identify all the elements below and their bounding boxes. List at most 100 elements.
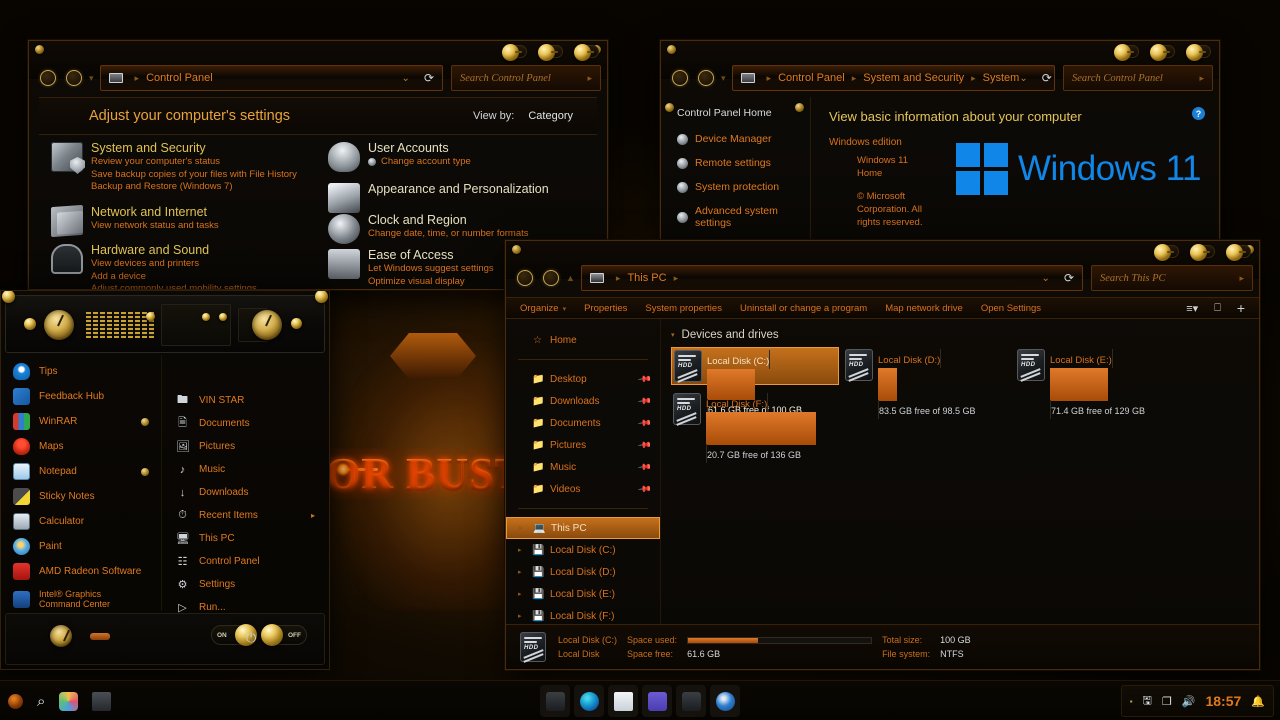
drive-tile-e[interactable]: HDD Local Disk (E:) 71.4 GB free of 129 …	[1015, 347, 1183, 419]
file-explorer-window[interactable]: ▲ ▸ This PC ▸ ⌄ ⟳ Search This PC ▸ Organ…	[505, 240, 1260, 670]
group-header-devices-and-drives[interactable]: ▾ Devices and drives	[671, 329, 1259, 341]
back-button[interactable]	[517, 270, 533, 286]
pin-icon[interactable]: 📌	[637, 437, 652, 453]
system-window[interactable]: ▾ ▸ Control Panel ▸ System and Security …	[660, 40, 1220, 247]
forward-button[interactable]	[66, 70, 82, 86]
toolbar-system-properties-button[interactable]: System properties	[636, 303, 731, 314]
clock[interactable]: 18:57	[1205, 693, 1241, 709]
start-place-pictures[interactable]: 🖼 Pictures	[162, 435, 329, 458]
category-title[interactable]: Clock and Region	[368, 213, 607, 228]
tray-overflow-icon[interactable]: ▪	[1130, 697, 1133, 706]
view-options-icon[interactable]: ≡▾	[1186, 302, 1198, 315]
drive-tile-f[interactable]: HDD Local Disk (F:) 20.7 GB free of 136 …	[671, 391, 839, 463]
sidebar-item-desktop[interactable]: 📁 Desktop 📌	[506, 368, 660, 390]
sidebar-item-local-disk-c[interactable]: ▸ 💾 Local Disk (C:)	[506, 539, 660, 561]
start-item-notepad[interactable]: Notepad	[1, 459, 161, 484]
sidebar-item-remote-settings[interactable]: Remote settings	[677, 157, 810, 169]
pin-icon[interactable]: 📌	[637, 481, 652, 497]
breadcrumb-control-panel[interactable]: Control Panel	[778, 72, 845, 84]
category-link[interactable]: Backup and Restore (Windows 7)	[91, 181, 318, 194]
address-bar[interactable]: ▸ Control Panel ▸ System and Security ▸ …	[731, 65, 1055, 91]
sidebar-item-advanced-system-settings[interactable]: Advanced system settings	[677, 205, 810, 229]
maximize-button[interactable]	[1190, 244, 1215, 261]
chevron-right-icon[interactable]: ▸	[311, 511, 315, 520]
shutdown-toggle[interactable]: OFF	[261, 624, 307, 646]
category-appearance-and-personalization[interactable]: Appearance and Personalization	[328, 182, 607, 213]
toolbar-organize-button[interactable]: Organize ▾	[516, 303, 575, 314]
toolbar-open-settings-button[interactable]: Open Settings	[972, 303, 1050, 314]
search-icon[interactable]: ⌕	[37, 693, 45, 710]
search-icon[interactable]: ▸	[587, 73, 592, 84]
start-place-music[interactable]: ♪ Music	[162, 458, 329, 481]
category-system-and-security[interactable]: System and Security Review your computer…	[51, 141, 318, 194]
start-place-settings[interactable]: ⚙ Settings	[162, 573, 329, 596]
start-item-amd-radeon-software[interactable]: AMD Radeon Software	[1, 559, 161, 584]
search-icon[interactable]: ▸	[1239, 273, 1244, 284]
pin-icon[interactable]	[141, 467, 149, 476]
window-caption-buttons[interactable]	[502, 44, 599, 61]
refresh-icon[interactable]: ⟳	[1042, 71, 1052, 85]
close-button[interactable]	[574, 44, 599, 61]
start-place-control-panel[interactable]: ☷ Control Panel	[162, 550, 329, 573]
link-text[interactable]: Change account type	[381, 156, 471, 167]
category-title[interactable]: Network and Internet	[91, 205, 318, 220]
category-link[interactable]: Change account type	[368, 156, 607, 169]
maximize-button[interactable]	[538, 44, 563, 61]
notification-bell-icon[interactable]: 🔔	[1251, 695, 1265, 708]
user-avatar-icon[interactable]	[8, 693, 23, 709]
start-place-recent-items[interactable]: ⏱ Recent Items ▸	[162, 504, 329, 527]
address-dropdown-icon[interactable]: ⌄	[1019, 73, 1027, 84]
taskbar-app-blue[interactable]	[710, 685, 740, 717]
start-place-vin-star[interactable]: 🖿 VIN STAR	[162, 389, 329, 412]
power-icon[interactable]: ⏻	[246, 630, 256, 646]
category-link[interactable]: Adjust commonly used mobility settings	[91, 283, 318, 289]
add-icon[interactable]: +	[1237, 300, 1245, 316]
toolbar-properties-button[interactable]: Properties	[575, 303, 636, 314]
recent-locations-icon[interactable]: ▾	[721, 73, 726, 84]
refresh-icon[interactable]: ⟳	[424, 71, 434, 85]
close-button[interactable]	[1186, 44, 1211, 61]
toolbar-map-network-drive-button[interactable]: Map network drive	[876, 303, 972, 314]
start-item-calculator[interactable]: Calculator	[1, 509, 161, 534]
system-titlebar[interactable]: ▾ ▸ Control Panel ▸ System and Security …	[661, 41, 1219, 91]
start-place-this-pc[interactable]: 🖥 This PC	[162, 527, 329, 550]
sidebar-item-pictures[interactable]: 📁 Pictures 📌	[506, 434, 660, 456]
start-item-maps[interactable]: Maps	[1, 434, 161, 459]
start-item-intel-graphics-command-center[interactable]: Intel® Graphics Command Center	[1, 584, 161, 614]
toolbar-uninstall-button[interactable]: Uninstall or change a program	[731, 303, 876, 314]
taskbar-app-file-explorer[interactable]	[540, 685, 570, 717]
window-caption-buttons[interactable]	[1154, 244, 1251, 261]
breadcrumb-system[interactable]: System	[983, 72, 1020, 84]
pin-icon[interactable]	[141, 417, 149, 426]
file-explorer-titlebar[interactable]: ▲ ▸ This PC ▸ ⌄ ⟳ Search This PC ▸	[506, 241, 1259, 291]
minimize-button[interactable]	[1154, 244, 1179, 261]
close-button[interactable]	[1226, 244, 1251, 261]
chevron-right-icon[interactable]: ▸	[518, 546, 522, 554]
start-item-paint[interactable]: Paint	[1, 534, 161, 559]
minimize-button[interactable]	[1114, 44, 1139, 61]
sidebar-item-control-panel-home[interactable]: Control Panel Home	[677, 107, 810, 119]
taskbar-app-edge[interactable]	[574, 685, 604, 717]
taskbar-app-teams[interactable]	[642, 685, 672, 717]
system-tray[interactable]: ▪ 🖫 ❐ 🔊 18:57 🔔	[1120, 685, 1274, 717]
start-item-sticky-notes[interactable]: Sticky Notes	[1, 484, 161, 509]
address-dropdown-icon[interactable]: ⌄	[402, 73, 410, 84]
system-navigation-row[interactable]: ▾ ▸ Control Panel ▸ System and Security …	[661, 63, 1219, 93]
sidebar-item-local-disk-d[interactable]: ▸ 💾 Local Disk (D:)	[506, 561, 660, 583]
start-item-feedback-hub[interactable]: Feedback Hub	[1, 384, 161, 409]
window-caption-buttons[interactable]	[1114, 44, 1211, 61]
category-hardware-and-sound[interactable]: Hardware and Sound View devices and prin…	[51, 243, 318, 289]
refresh-icon[interactable]: ⟳	[1064, 271, 1074, 285]
category-clock-and-region[interactable]: Clock and Region Change date, time, or n…	[328, 213, 607, 244]
pin-icon[interactable]: 📌	[637, 393, 652, 409]
start-menu[interactable]: Tips Feedback Hub WinRAR Maps Notepad St…	[0, 290, 330, 670]
category-link[interactable]: Review your computer's status	[91, 156, 318, 169]
chevron-right-icon[interactable]: ▸	[518, 590, 522, 598]
taskbar-app-group[interactable]	[540, 685, 740, 717]
category-network-and-internet[interactable]: Network and Internet View network status…	[51, 204, 318, 237]
chevron-down-icon[interactable]: ▾	[671, 331, 675, 339]
file-explorer-icon[interactable]	[92, 691, 112, 711]
forward-button[interactable]	[698, 70, 714, 86]
volume-icon[interactable]: 🔊	[1182, 695, 1196, 708]
category-link[interactable]: Change date, time, or number formats	[368, 228, 607, 241]
